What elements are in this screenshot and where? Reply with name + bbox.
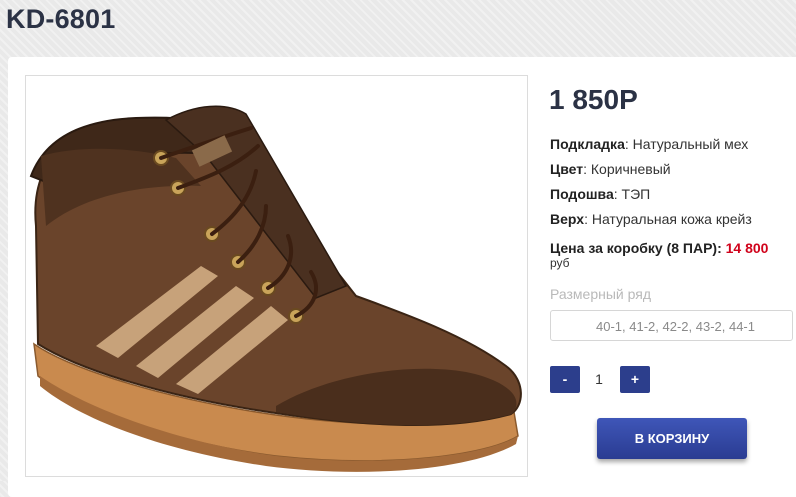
boot-image	[29, 105, 522, 472]
spec-value: Коричневый	[590, 161, 671, 177]
spec-sole: Подошва: ТЭП	[550, 186, 651, 202]
box-price-currency: руб	[550, 256, 570, 270]
size-range-label: Размерный ряд	[550, 286, 652, 302]
spec-label: Подошва	[550, 186, 614, 202]
box-price-value: 14 800	[725, 240, 769, 256]
box-price: Цена за коробку (8 ПАР): 14 800	[550, 239, 768, 257]
quantity-input[interactable]: 1	[582, 366, 616, 393]
size-range-select[interactable]: 40-1, 41-2, 42-2, 43-2, 44-1	[550, 310, 793, 341]
spec-lining: Подкладка: Натуральный мех	[550, 136, 749, 152]
quantity-increase-button[interactable]: +	[620, 366, 650, 393]
spec-color: Цвет: Коричневый	[550, 161, 671, 177]
product-price: 1 850Р	[549, 84, 638, 115]
spec-upper: Верх: Натуральная кожа крейз	[550, 211, 752, 227]
product-photo[interactable]	[25, 75, 528, 477]
add-to-cart-button[interactable]: В КОРЗИНУ	[597, 418, 747, 459]
spec-label: Цвет	[550, 161, 584, 177]
box-price-label: Цена за коробку (8 ПАР):	[550, 240, 722, 256]
product-title: KD-6801	[6, 4, 116, 34]
spec-value: ТЭП	[621, 186, 651, 202]
spec-value: Натуральная кожа крейз	[591, 211, 752, 227]
spec-label: Верх	[550, 211, 585, 227]
quantity-decrease-button[interactable]: -	[550, 366, 580, 393]
spec-label: Подкладка	[550, 136, 625, 152]
spec-value: Натуральный мех	[632, 136, 749, 152]
